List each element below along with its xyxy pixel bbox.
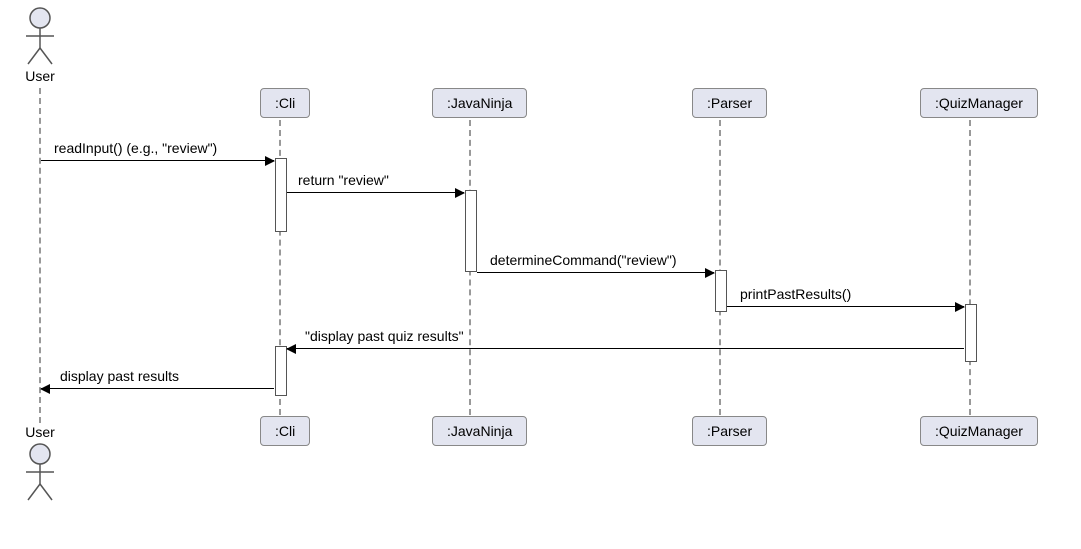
participant-parser-top: :Parser — [692, 88, 767, 118]
participant-javaninja-top: :JavaNinja — [432, 88, 527, 118]
message-display-past-quiz-arrow — [287, 348, 964, 349]
actor-icon — [20, 6, 60, 66]
message-display-past-results-label: display past results — [60, 368, 179, 384]
participant-quizmanager-top: :QuizManager — [920, 88, 1038, 118]
message-return-review-arrow — [287, 192, 464, 193]
lifeline-parser — [719, 120, 721, 415]
actor-user-top — [20, 6, 60, 66]
message-readinput-arrow — [41, 160, 274, 161]
lifeline-user — [39, 88, 41, 423]
message-return-review-label: return "review" — [298, 172, 389, 188]
message-display-past-results-arrow — [41, 388, 274, 389]
message-determinecommand-arrow — [477, 272, 714, 273]
message-determinecommand-label: determineCommand("review") — [490, 252, 677, 268]
participant-javaninja-bottom: :JavaNinja — [432, 416, 527, 446]
activation-cli-1 — [275, 158, 287, 232]
actor-user-label-bottom: User — [10, 424, 70, 440]
participant-cli-bottom: :Cli — [260, 416, 310, 446]
participant-cli-top: :Cli — [260, 88, 310, 118]
activation-parser — [715, 270, 727, 312]
activation-javaninja — [465, 190, 477, 272]
message-readinput-label: readInput() (e.g., "review") — [54, 140, 217, 156]
message-printpastresults-arrow — [727, 306, 964, 307]
actor-icon — [20, 442, 60, 502]
sequence-diagram: User :Cli :JavaNinja :Parser :QuizManage… — [0, 0, 1081, 549]
actor-user-bottom — [20, 442, 60, 502]
actor-user-label-top: User — [10, 68, 70, 84]
participant-quizmanager-bottom: :QuizManager — [920, 416, 1038, 446]
lifeline-quizmanager — [969, 120, 971, 415]
message-printpastresults-label: printPastResults() — [740, 286, 851, 302]
message-display-past-quiz-label: "display past quiz results" — [305, 328, 464, 344]
activation-quizmanager — [965, 304, 977, 362]
participant-parser-bottom: :Parser — [692, 416, 767, 446]
